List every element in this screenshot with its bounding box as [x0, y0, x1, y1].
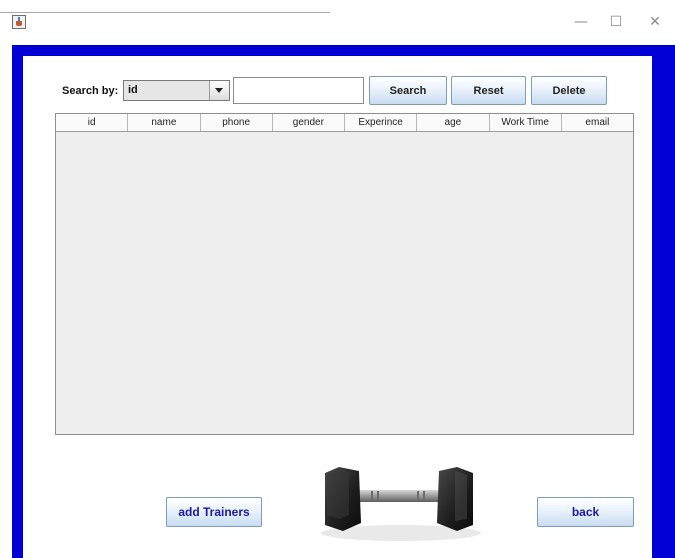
reset-button[interactable]: Reset [451, 76, 526, 105]
add-trainers-button[interactable]: add Trainers [166, 497, 262, 527]
title-bar-divider [0, 12, 330, 13]
search-input[interactable] [233, 77, 364, 104]
delete-button[interactable]: Delete [531, 76, 607, 105]
trainers-table[interactable]: id name phone gender Experince age Work … [55, 113, 634, 435]
close-button[interactable]: ✕ [643, 12, 667, 32]
column-header-experience[interactable]: Experince [345, 114, 418, 131]
column-header-name[interactable]: name [128, 114, 201, 131]
column-header-email[interactable]: email [562, 114, 633, 131]
dumbbell-image [305, 445, 493, 553]
maximize-button[interactable]: ☐ [604, 12, 628, 32]
minimize-button[interactable]: — [569, 12, 593, 32]
search-by-label: Search by: [62, 85, 119, 97]
search-field-value: id [128, 84, 138, 96]
column-header-work-time[interactable]: Work Time [490, 114, 562, 131]
column-header-phone[interactable]: phone [201, 114, 273, 131]
dropdown-button[interactable] [209, 81, 229, 100]
chevron-down-icon [215, 88, 223, 93]
java-app-icon[interactable] [12, 15, 26, 29]
column-header-gender[interactable]: gender [273, 114, 345, 131]
column-header-id[interactable]: id [56, 114, 129, 131]
search-field-select[interactable]: id [123, 80, 230, 101]
app-icon-cup [16, 21, 22, 26]
table-header: id name phone gender Experince age Work … [56, 114, 633, 132]
column-header-age[interactable]: age [417, 114, 490, 131]
title-bar: — ☐ ✕ [0, 0, 675, 34]
back-button[interactable]: back [537, 497, 634, 527]
search-button[interactable]: Search [369, 76, 447, 105]
